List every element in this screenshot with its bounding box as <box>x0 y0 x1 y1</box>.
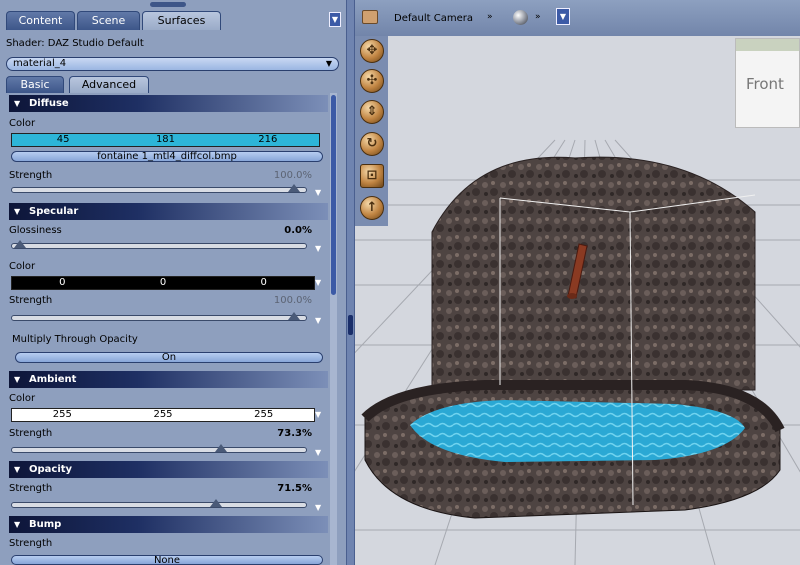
ambient-color-label: Color <box>9 393 36 404</box>
color-r: 0 <box>59 277 66 288</box>
tab-basic[interactable]: Basic <box>6 76 64 93</box>
color-g: 181 <box>155 134 176 145</box>
slider-thumb[interactable] <box>14 240 26 248</box>
frame-icon[interactable]: ⊡ <box>360 164 384 188</box>
specular-color-field[interactable]: 0 0 0 <box>11 276 315 290</box>
menu-dropdown-icon[interactable]: ▼ <box>329 12 341 27</box>
collapse-triangle-icon: ▼ <box>14 465 21 474</box>
specular-strength-value: 100.0% <box>273 295 312 306</box>
collapse-triangle-icon: ▼ <box>14 207 21 216</box>
scrollbar-thumb[interactable] <box>331 95 336 295</box>
chevron-down-icon[interactable]: ▼ <box>315 279 325 287</box>
section-title: Diffuse <box>29 98 69 109</box>
diffuse-strength-value: 100.0% <box>273 170 312 181</box>
scene-render <box>355 0 800 565</box>
tab-surfaces[interactable]: Surfaces <box>142 11 221 30</box>
tab-scene[interactable]: Scene <box>77 11 140 30</box>
specular-strength-label: Strength <box>9 295 53 306</box>
chevron-down-icon[interactable]: ▼ <box>315 504 325 512</box>
opacity-strength-label: Strength <box>9 483 53 494</box>
glossiness-slider[interactable] <box>11 240 307 249</box>
diffuse-color-field[interactable]: 45 181 216 <box>11 133 320 147</box>
diffuse-texture-button[interactable]: fontaine 1_mtl4_diffcol.bmp <box>11 151 323 162</box>
camera-icon[interactable] <box>362 10 378 24</box>
chevron-down-icon[interactable]: ▼ <box>315 411 325 419</box>
view-cube-top[interactable] <box>736 39 799 51</box>
ambient-strength-value: 73.3% <box>277 428 312 439</box>
orbit-icon[interactable]: ✣ <box>360 69 384 93</box>
opacity-strength-slider[interactable] <box>11 499 307 508</box>
property-list: ▼ Diffuse Color 45 181 216 fontaine 1_mtl… <box>6 93 329 565</box>
ambient-strength-label: Strength <box>9 428 53 439</box>
glossiness-value: 0.0% <box>284 225 312 236</box>
chevron-down-icon[interactable]: ▼ <box>315 317 325 325</box>
color-b: 0 <box>260 277 267 288</box>
chevron-down-icon: ▼ <box>325 59 332 68</box>
collapse-triangle-icon: ▼ <box>14 375 21 384</box>
color-g: 0 <box>159 277 167 288</box>
section-title: Bump <box>29 519 62 530</box>
viewport-toolbar: Default Camera » » ▼ <box>355 0 800 36</box>
chevron-down-icon[interactable]: ▼ <box>315 245 325 253</box>
diffuse-strength-label: Strength <box>9 170 53 181</box>
section-bump[interactable]: ▼ Bump <box>9 516 328 533</box>
shader-label: Shader: DAZ Studio Default <box>6 38 144 49</box>
chevron-down-icon[interactable]: » <box>487 12 493 22</box>
slider-thumb[interactable] <box>214 444 227 452</box>
section-specular[interactable]: ▼ Specular <box>9 203 328 220</box>
up-arrow-icon[interactable]: ↑ <box>360 196 384 220</box>
chevron-down-icon[interactable]: ▼ <box>315 449 325 457</box>
ambient-strength-slider[interactable] <box>11 444 307 453</box>
tab-advanced[interactable]: Advanced <box>69 76 149 93</box>
section-title: Opacity <box>29 464 73 475</box>
slider-thumb[interactable] <box>288 312 300 320</box>
panel-scrollbar[interactable] <box>330 93 337 565</box>
color-g: 255 <box>153 409 173 420</box>
collapse-triangle-icon: ▼ <box>14 520 21 529</box>
3d-viewport[interactable]: Default Camera » » ▼ ✥ ✣ ⇕ ↻ ⊡ ↑ Front <box>355 0 800 565</box>
slider-thumb[interactable] <box>288 184 300 192</box>
color-b: 216 <box>258 134 278 145</box>
diffuse-strength-slider[interactable] <box>11 184 307 193</box>
tab-content[interactable]: Content <box>6 11 75 30</box>
bump-strength-label: Strength <box>9 538 53 549</box>
pan-icon[interactable]: ✥ <box>360 39 384 63</box>
shading-sphere-icon[interactable] <box>513 10 528 25</box>
glossiness-label: Glossiness <box>9 225 62 236</box>
camera-nav-toolbar: ✥ ✣ ⇕ ↻ ⊡ ↑ <box>355 36 388 226</box>
diffuse-color-label: Color <box>9 118 36 129</box>
bump-texture-button[interactable]: None <box>11 555 323 565</box>
surfaces-panel: Content Scene Surfaces ▼ Shader: DAZ Stu… <box>0 0 346 565</box>
view-cube[interactable]: Front <box>735 38 800 128</box>
specular-strength-slider[interactable] <box>11 312 307 321</box>
material-value: material_4 <box>13 58 67 69</box>
section-ambient[interactable]: ▼ Ambient <box>9 371 328 388</box>
section-opacity[interactable]: ▼ Opacity <box>9 461 328 478</box>
pane-splitter[interactable] <box>346 0 355 565</box>
multiply-opacity-toggle[interactable]: On <box>15 352 323 363</box>
chevron-down-icon[interactable]: ▼ <box>315 189 325 197</box>
color-r: 45 <box>56 134 70 145</box>
view-cube-front-label: Front <box>746 75 784 93</box>
color-r: 255 <box>52 409 72 420</box>
section-diffuse[interactable]: ▼ Diffuse <box>9 95 328 112</box>
opacity-strength-value: 71.5% <box>277 483 312 494</box>
rotate-icon[interactable]: ↻ <box>360 132 384 156</box>
collapse-triangle-icon: ▼ <box>14 99 21 108</box>
material-select[interactable]: material_4 ▼ <box>6 57 339 71</box>
ambient-color-field[interactable]: 255 255 255 <box>11 408 315 422</box>
specular-color-label: Color <box>9 261 36 272</box>
splitter-grip-icon[interactable] <box>348 315 353 335</box>
section-title: Ambient <box>29 374 77 385</box>
slider-thumb[interactable] <box>209 499 222 507</box>
color-b: 255 <box>254 409 274 420</box>
panel-grip[interactable] <box>150 2 186 7</box>
multiply-opacity-label: Multiply Through Opacity <box>12 334 138 345</box>
chevron-down-icon[interactable]: » <box>535 12 541 22</box>
section-title: Specular <box>29 206 79 217</box>
camera-select[interactable]: Default Camera <box>394 13 473 24</box>
dolly-icon[interactable]: ⇕ <box>360 100 384 124</box>
menu-dropdown-icon[interactable]: ▼ <box>556 8 570 25</box>
